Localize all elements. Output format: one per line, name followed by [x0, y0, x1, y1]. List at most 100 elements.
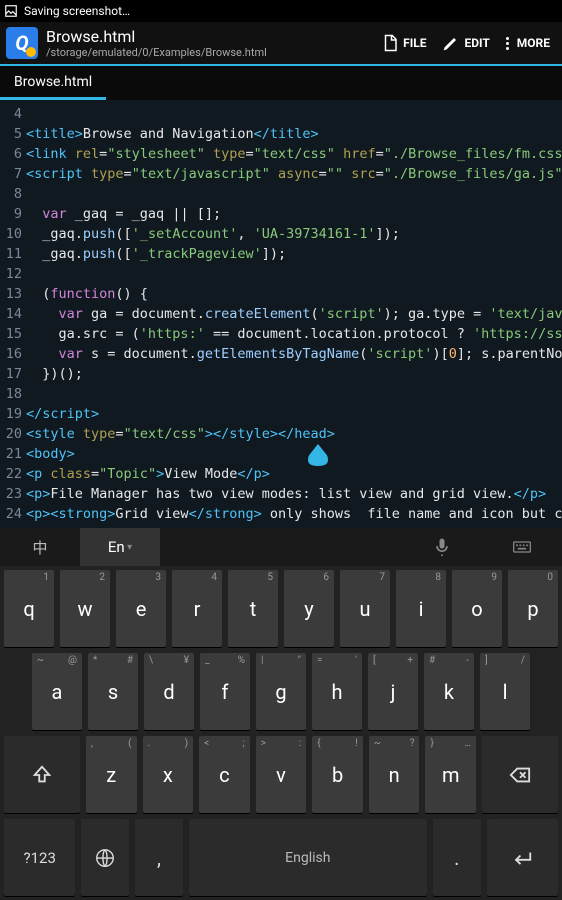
line-number: 16: [0, 344, 26, 364]
line-number: 10: [0, 224, 26, 244]
code-line[interactable]: 21<body>: [0, 444, 562, 464]
key-row-2: a@~s#*d¥\f%_g"|h'=j+[k-#l/]: [4, 653, 558, 730]
code-line[interactable]: 20<style type="text/css"></style></head>: [0, 424, 562, 444]
line-number: 9: [0, 204, 26, 224]
key-row-3: z(,x).c;<v:>b!{n?~m…}: [4, 736, 558, 813]
code-line[interactable]: 15 ga.src = ('https:' == document.locati…: [0, 324, 562, 344]
key-c[interactable]: c;<: [199, 736, 250, 813]
code-line[interactable]: 12: [0, 264, 562, 284]
code-line[interactable]: 7<script type="text/javascript" async=""…: [0, 164, 562, 184]
shift-key[interactable]: [4, 736, 80, 813]
tab-browse-html[interactable]: Browse.html: [0, 67, 106, 100]
space-key[interactable]: English: [189, 819, 427, 896]
key-t[interactable]: t5: [228, 570, 278, 647]
line-number: 15: [0, 324, 26, 344]
line-number: 5: [0, 124, 26, 144]
code-line[interactable]: 22<p class="Topic">View Mode</p>: [0, 464, 562, 484]
globe-key[interactable]: [81, 819, 129, 896]
soft-keyboard: 中 En ▾ q1w2e3r4t5y6u7i8o9p0 a@~s#*d¥\f%_…: [0, 528, 562, 900]
app-icon[interactable]: Q: [6, 27, 38, 59]
line-number: 14: [0, 304, 26, 324]
keyboard-topbar: 中 En ▾: [0, 528, 562, 566]
code-line[interactable]: 5<title>Browse and Navigation</title>: [0, 124, 562, 144]
key-l[interactable]: l/]: [480, 653, 530, 730]
key-u[interactable]: u7: [340, 570, 390, 647]
key-f[interactable]: f%_: [200, 653, 250, 730]
line-number: 13: [0, 284, 26, 304]
code-line[interactable]: 4: [0, 104, 562, 124]
key-z[interactable]: z(,: [86, 736, 137, 813]
mic-button[interactable]: [402, 528, 482, 566]
key-x[interactable]: x).: [143, 736, 194, 813]
comma-key[interactable]: ,: [135, 819, 183, 896]
more-button[interactable]: MORE: [500, 32, 556, 54]
keyboard-settings-button[interactable]: [482, 528, 562, 566]
key-v[interactable]: v:>: [256, 736, 307, 813]
code-line[interactable]: 24<p><strong>Grid view</strong> only sho…: [0, 504, 562, 524]
globe-icon: [94, 847, 116, 869]
key-y[interactable]: y6: [284, 570, 334, 647]
backspace-key[interactable]: [482, 736, 558, 813]
code-line[interactable]: 18: [0, 384, 562, 404]
key-s[interactable]: s#*: [88, 653, 138, 730]
key-d[interactable]: d¥\: [144, 653, 194, 730]
code-line[interactable]: 14 var ga = document.createElement('scri…: [0, 304, 562, 324]
key-g[interactable]: g"|: [256, 653, 306, 730]
symbols-key[interactable]: ?123: [4, 819, 75, 896]
file-icon: [381, 34, 399, 52]
shift-icon: [31, 764, 53, 786]
key-r[interactable]: r4: [172, 570, 222, 647]
key-row-4: ?123 , English .: [4, 819, 558, 896]
key-k[interactable]: k-#: [424, 653, 474, 730]
code-line[interactable]: 11 _gaq.push(['_trackPageview']);: [0, 244, 562, 264]
key-row-1: q1w2e3r4t5y6u7i8o9p0: [4, 570, 558, 647]
code-line[interactable]: 8: [0, 184, 562, 204]
image-icon: [4, 4, 18, 18]
line-number: 23: [0, 484, 26, 504]
period-key[interactable]: .: [433, 819, 481, 896]
lang-tab-english[interactable]: En ▾: [80, 528, 160, 566]
key-j[interactable]: j+[: [368, 653, 418, 730]
code-line[interactable]: 23<p>File Manager has two view modes: li…: [0, 484, 562, 504]
code-line[interactable]: 10 _gaq.push(['_setAccount', 'UA-3973416…: [0, 224, 562, 244]
code-line[interactable]: 6<link rel="stylesheet" type="text/css" …: [0, 144, 562, 164]
file-name: Browse.html: [46, 27, 375, 46]
title-block: Browse.html /storage/emulated/0/Examples…: [46, 27, 375, 59]
statusbar-text: Saving screenshot…: [24, 4, 130, 18]
code-line[interactable]: 9 var _gaq = _gaq || [];: [0, 204, 562, 224]
key-i[interactable]: i8: [396, 570, 446, 647]
code-line[interactable]: 16 var s = document.getElementsByTagName…: [0, 344, 562, 364]
line-number: 7: [0, 164, 26, 184]
key-h[interactable]: h'=: [312, 653, 362, 730]
key-p[interactable]: p0: [508, 570, 558, 647]
line-number: 21: [0, 444, 26, 464]
enter-icon: [511, 847, 533, 869]
code-line[interactable]: 13 (function() {: [0, 284, 562, 304]
key-a[interactable]: a@~: [32, 653, 82, 730]
cursor-handle[interactable]: [308, 440, 328, 466]
key-m[interactable]: m…}: [425, 736, 476, 813]
code-editor[interactable]: 45<title>Browse and Navigation</title>6<…: [0, 100, 562, 528]
code-line[interactable]: 17 })();: [0, 364, 562, 384]
more-icon: [506, 37, 509, 50]
lang-tab-chinese[interactable]: 中: [0, 528, 80, 566]
line-number: 19: [0, 404, 26, 424]
mic-icon: [432, 537, 452, 557]
file-button[interactable]: FILE: [375, 30, 432, 56]
key-b[interactable]: b!{: [312, 736, 363, 813]
line-number: 18: [0, 384, 26, 404]
line-number: 17: [0, 364, 26, 384]
edit-button[interactable]: EDIT: [436, 30, 495, 56]
key-n[interactable]: n?~: [369, 736, 420, 813]
key-q[interactable]: q1: [4, 570, 54, 647]
line-number: 6: [0, 144, 26, 164]
key-o[interactable]: o9: [452, 570, 502, 647]
key-e[interactable]: e3: [116, 570, 166, 647]
line-number: 4: [0, 104, 26, 124]
code-line[interactable]: 19</script>: [0, 404, 562, 424]
tab-bar: Browse.html: [0, 66, 562, 100]
enter-key[interactable]: [487, 819, 558, 896]
line-number: 12: [0, 264, 26, 284]
line-number: 22: [0, 464, 26, 484]
key-w[interactable]: w2: [60, 570, 110, 647]
